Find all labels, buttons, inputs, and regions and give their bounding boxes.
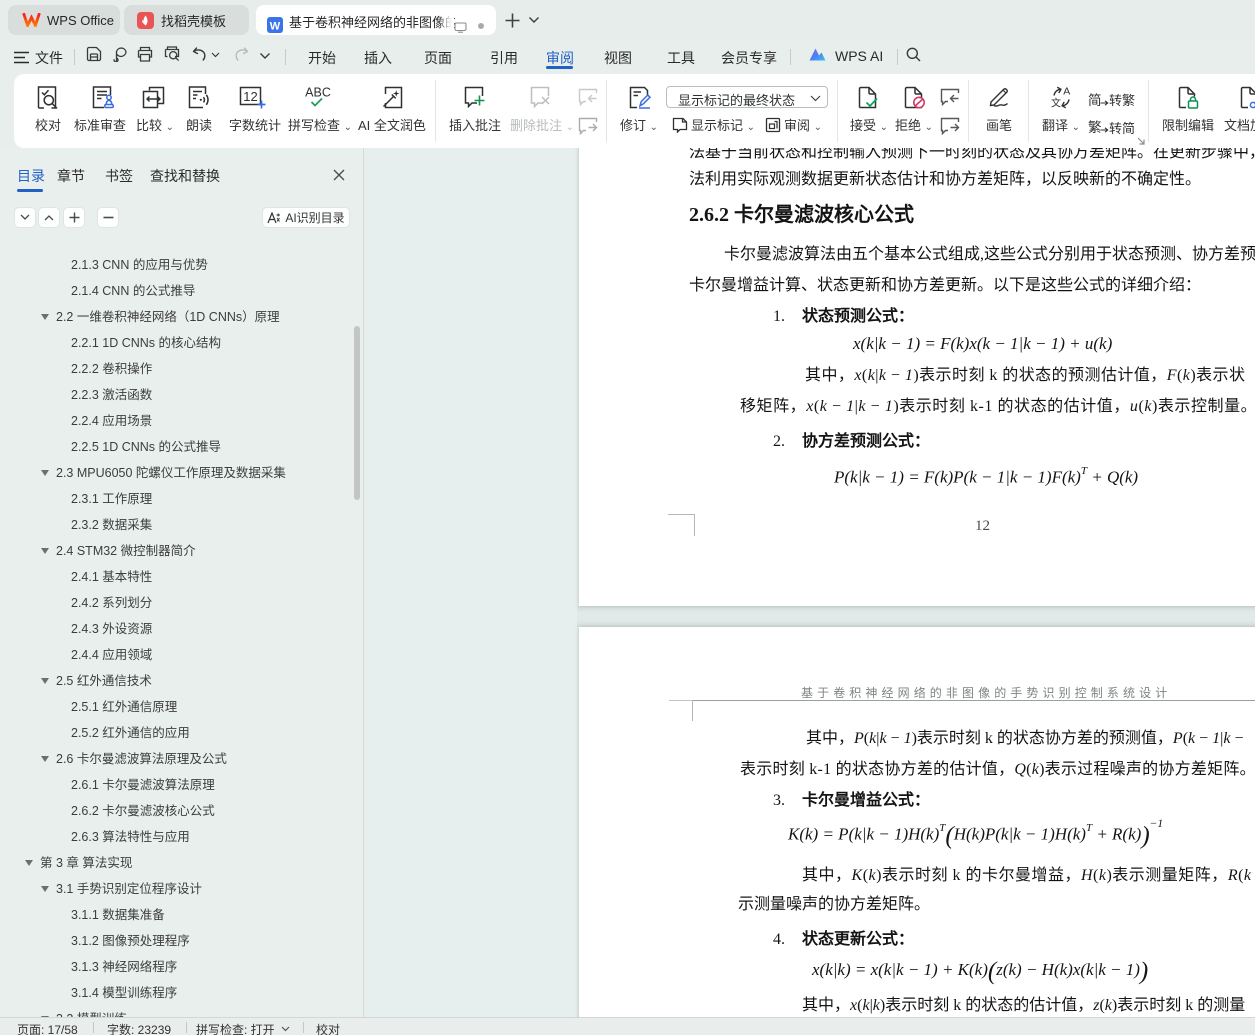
svg-text:A: A <box>1063 86 1070 98</box>
svg-text:12: 12 <box>243 89 257 104</box>
svg-text:文: 文 <box>1051 97 1061 110</box>
svg-text:W: W <box>270 21 281 33</box>
svg-text:ABC: ABC <box>305 86 331 100</box>
